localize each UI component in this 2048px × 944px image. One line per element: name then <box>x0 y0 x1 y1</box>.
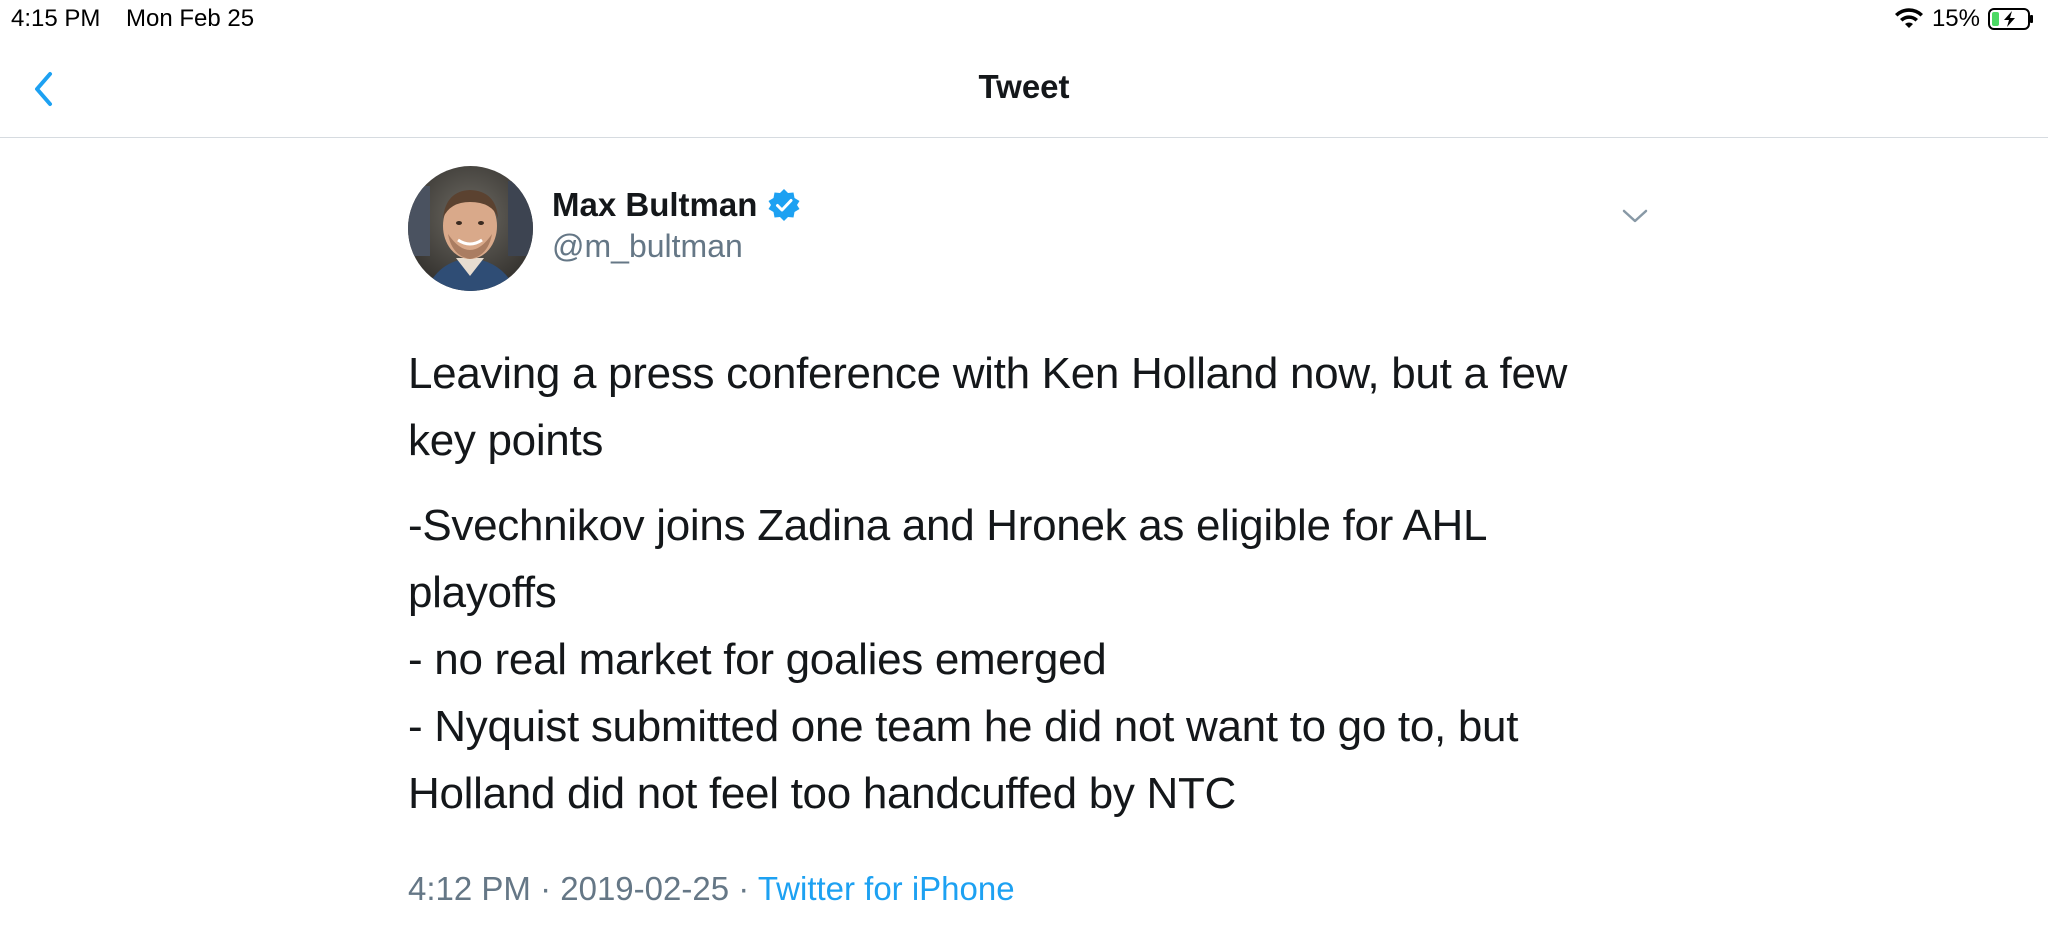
tweet-text: Leaving a press conference with Ken Holl… <box>408 340 1608 827</box>
nav-bar: Tweet <box>0 40 2048 138</box>
status-date: Mon Feb 25 <box>126 5 255 32</box>
avatar[interactable] <box>408 166 533 291</box>
tweet-options-button[interactable] <box>1618 204 1652 228</box>
tweet-date: 2019-02-25 <box>560 870 730 907</box>
page-title: Tweet <box>978 68 1070 105</box>
wifi-icon <box>1894 8 1923 28</box>
battery-charging-icon <box>1988 8 2033 30</box>
tweet-meta: 4:12 PM · 2019-02-25 · Twitter for iPhon… <box>408 870 1015 908</box>
tweet-line: -Svechnikov joins Zadina and Hronek as e… <box>408 501 1486 617</box>
meta-separator: · <box>738 870 750 907</box>
author-block[interactable]: Max Bultman @m_bultman <box>552 186 801 265</box>
chevron-down-icon <box>1622 209 1648 223</box>
verified-badge-icon <box>768 189 800 221</box>
status-time: 4:15 PM <box>11 5 101 32</box>
author-name[interactable]: Max Bultman <box>552 186 757 224</box>
tweet-line: - no real market for goalies emerged <box>408 635 1107 684</box>
meta-separator: · <box>540 870 552 907</box>
tweet-line: - Nyquist submitted one team he did not … <box>408 702 1519 818</box>
battery-percent: 15% <box>1931 5 1980 32</box>
status-bar: 4:15 PM Mon Feb 25 15% <box>0 0 2048 40</box>
tweet-source-link[interactable]: Twitter for iPhone <box>758 870 1015 907</box>
tweet-paragraph: Leaving a press conference with Ken Holl… <box>408 349 1568 465</box>
author-handle[interactable]: @m_bultman <box>552 228 801 265</box>
tweet-time: 4:12 PM <box>408 870 531 907</box>
status-indicators: 15% <box>1894 5 2034 33</box>
avatar-image <box>408 166 533 291</box>
author-name-row: Max Bultman <box>552 186 801 224</box>
